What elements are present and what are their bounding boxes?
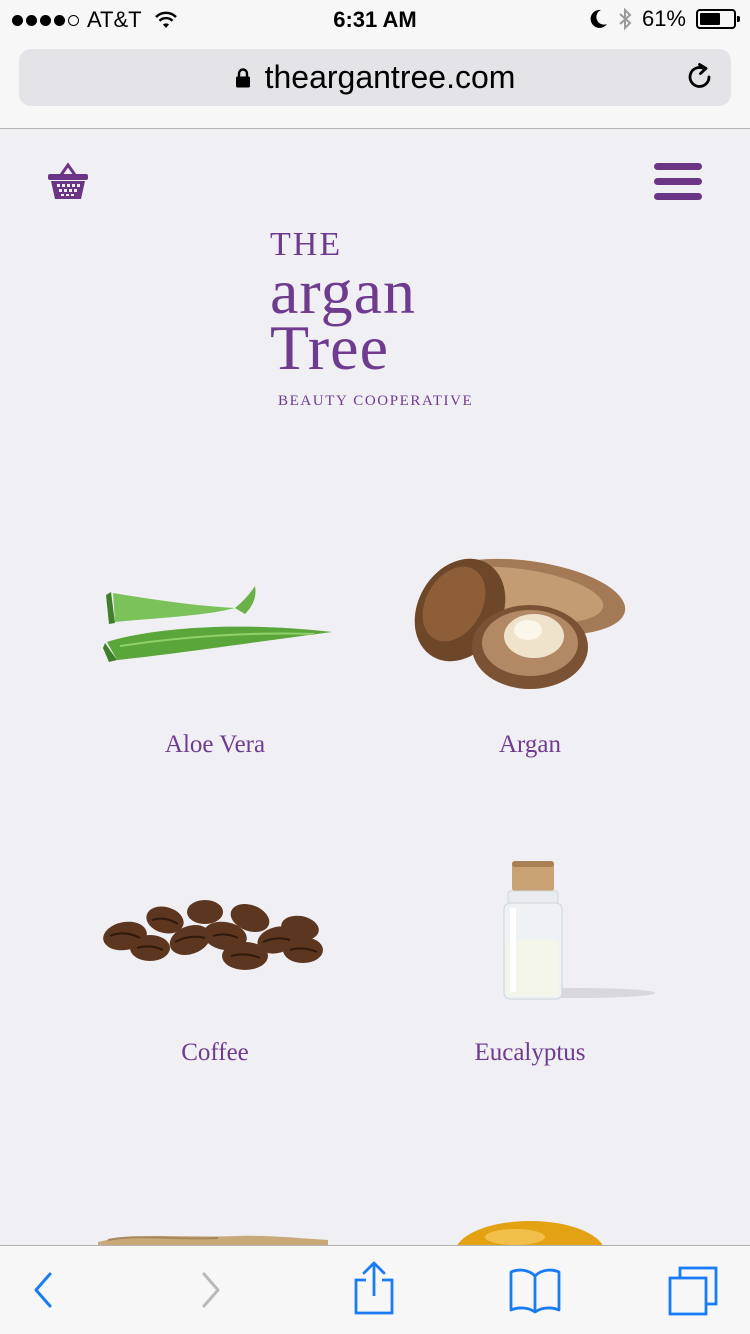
product-label: Coffee: [181, 1039, 249, 1066]
hamburger-menu-icon[interactable]: [654, 163, 702, 208]
address-bar[interactable]: theargantree.com: [19, 49, 731, 106]
battery-fill: [700, 13, 720, 25]
bookmarks-icon[interactable]: [508, 1266, 562, 1314]
lock-icon: [235, 67, 250, 87]
product-aloe-vera[interactable]: Aloe Vera: [55, 550, 375, 759]
ginseng-root-image: [98, 1235, 328, 1248]
bluetooth-icon: [619, 7, 632, 31]
forward-icon[interactable]: [196, 1266, 226, 1314]
browser-address-area: theargantree.com: [0, 40, 750, 129]
tabs-icon[interactable]: [666, 1264, 720, 1316]
battery-percent: 61%: [641, 6, 686, 31]
product-label: Eucalyptus: [474, 1039, 586, 1066]
reload-icon[interactable]: [685, 62, 715, 92]
product-eucalyptus[interactable]: Eucalyptus: [370, 858, 690, 1067]
share-icon[interactable]: [352, 1260, 396, 1316]
logo-tagline: BEAUTY COOPERATIVE: [278, 393, 474, 409]
basket-icon[interactable]: [46, 160, 90, 202]
battery-icon: [696, 9, 740, 29]
url-display[interactable]: theargantree.com: [19, 49, 731, 106]
eucalyptus-oil-bottle-image: [503, 861, 655, 1000]
site-logo[interactable]: THE argan Tree: [270, 228, 510, 380]
oil-capsule-image: [455, 1221, 605, 1248]
moon-icon: [590, 9, 607, 28]
url-text: theargantree.com: [264, 59, 516, 95]
argan-nut-image: [414, 558, 626, 689]
product-argan[interactable]: Argan: [370, 550, 690, 759]
product-label: Argan: [498, 731, 562, 758]
coffee-beans-image: [103, 900, 323, 970]
product-coffee[interactable]: Coffee: [55, 858, 375, 1067]
browser-toolbar: [0, 1245, 750, 1334]
back-icon[interactable]: [28, 1266, 58, 1314]
status-bar: AT&T 6:31 AM 61%: [0, 0, 750, 40]
status-right: 61%: [588, 6, 740, 32]
aloe-vera-image: [103, 586, 332, 662]
product-label: Aloe Vera: [164, 731, 266, 758]
